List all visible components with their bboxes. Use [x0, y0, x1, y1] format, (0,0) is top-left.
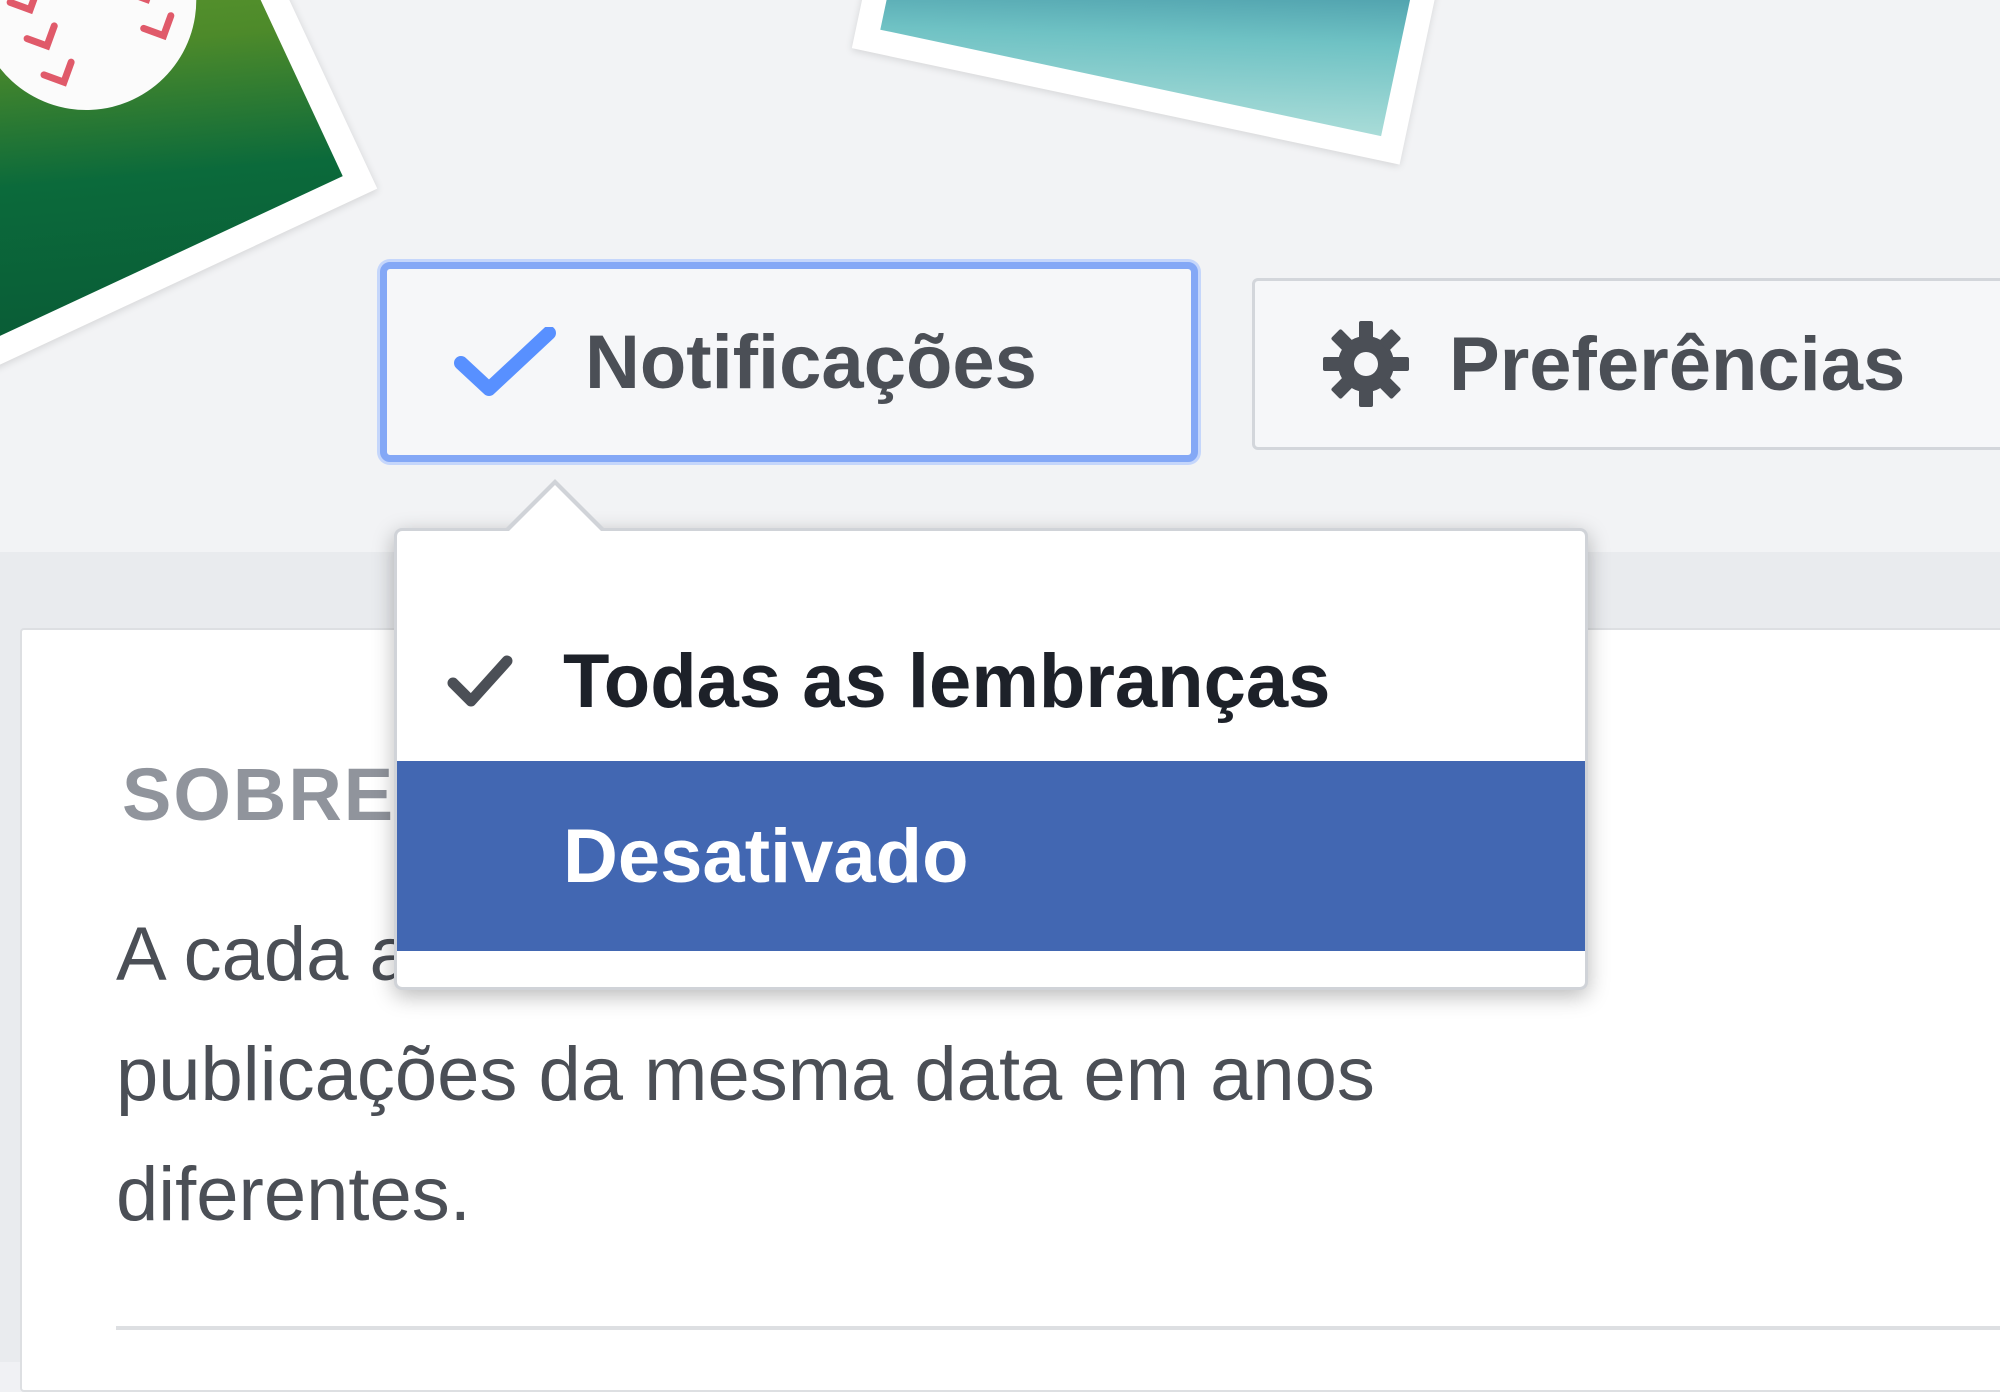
menu-item-label: Todas as lembranças: [563, 638, 1331, 724]
check-icon: [454, 327, 556, 396]
notifications-dropdown-menu: Todas as lembranças Desativado: [394, 479, 1588, 990]
menu-item-all-memories[interactable]: Todas as lembranças: [397, 611, 1585, 751]
notifications-button-label: Notificações: [585, 319, 1037, 405]
menu-item-label: Desativado: [563, 813, 969, 899]
notifications-button[interactable]: Notificações: [380, 262, 1198, 462]
menu-item-disabled[interactable]: Desativado: [397, 761, 1585, 951]
divider: [116, 1326, 2000, 1330]
memories-header-banner: Notificações Preferências: [0, 0, 2000, 552]
gear-icon: [1323, 321, 1409, 407]
decorative-photo-landscape: [851, 0, 1469, 165]
preferences-button[interactable]: Preferências: [1252, 278, 2000, 450]
decorative-photo-baseball: [0, 0, 378, 388]
preferences-button-label: Preferências: [1449, 321, 1906, 407]
check-icon: [447, 655, 513, 707]
about-section-title: SOBRE: [122, 753, 396, 836]
baseball-illustration: [0, 0, 233, 147]
